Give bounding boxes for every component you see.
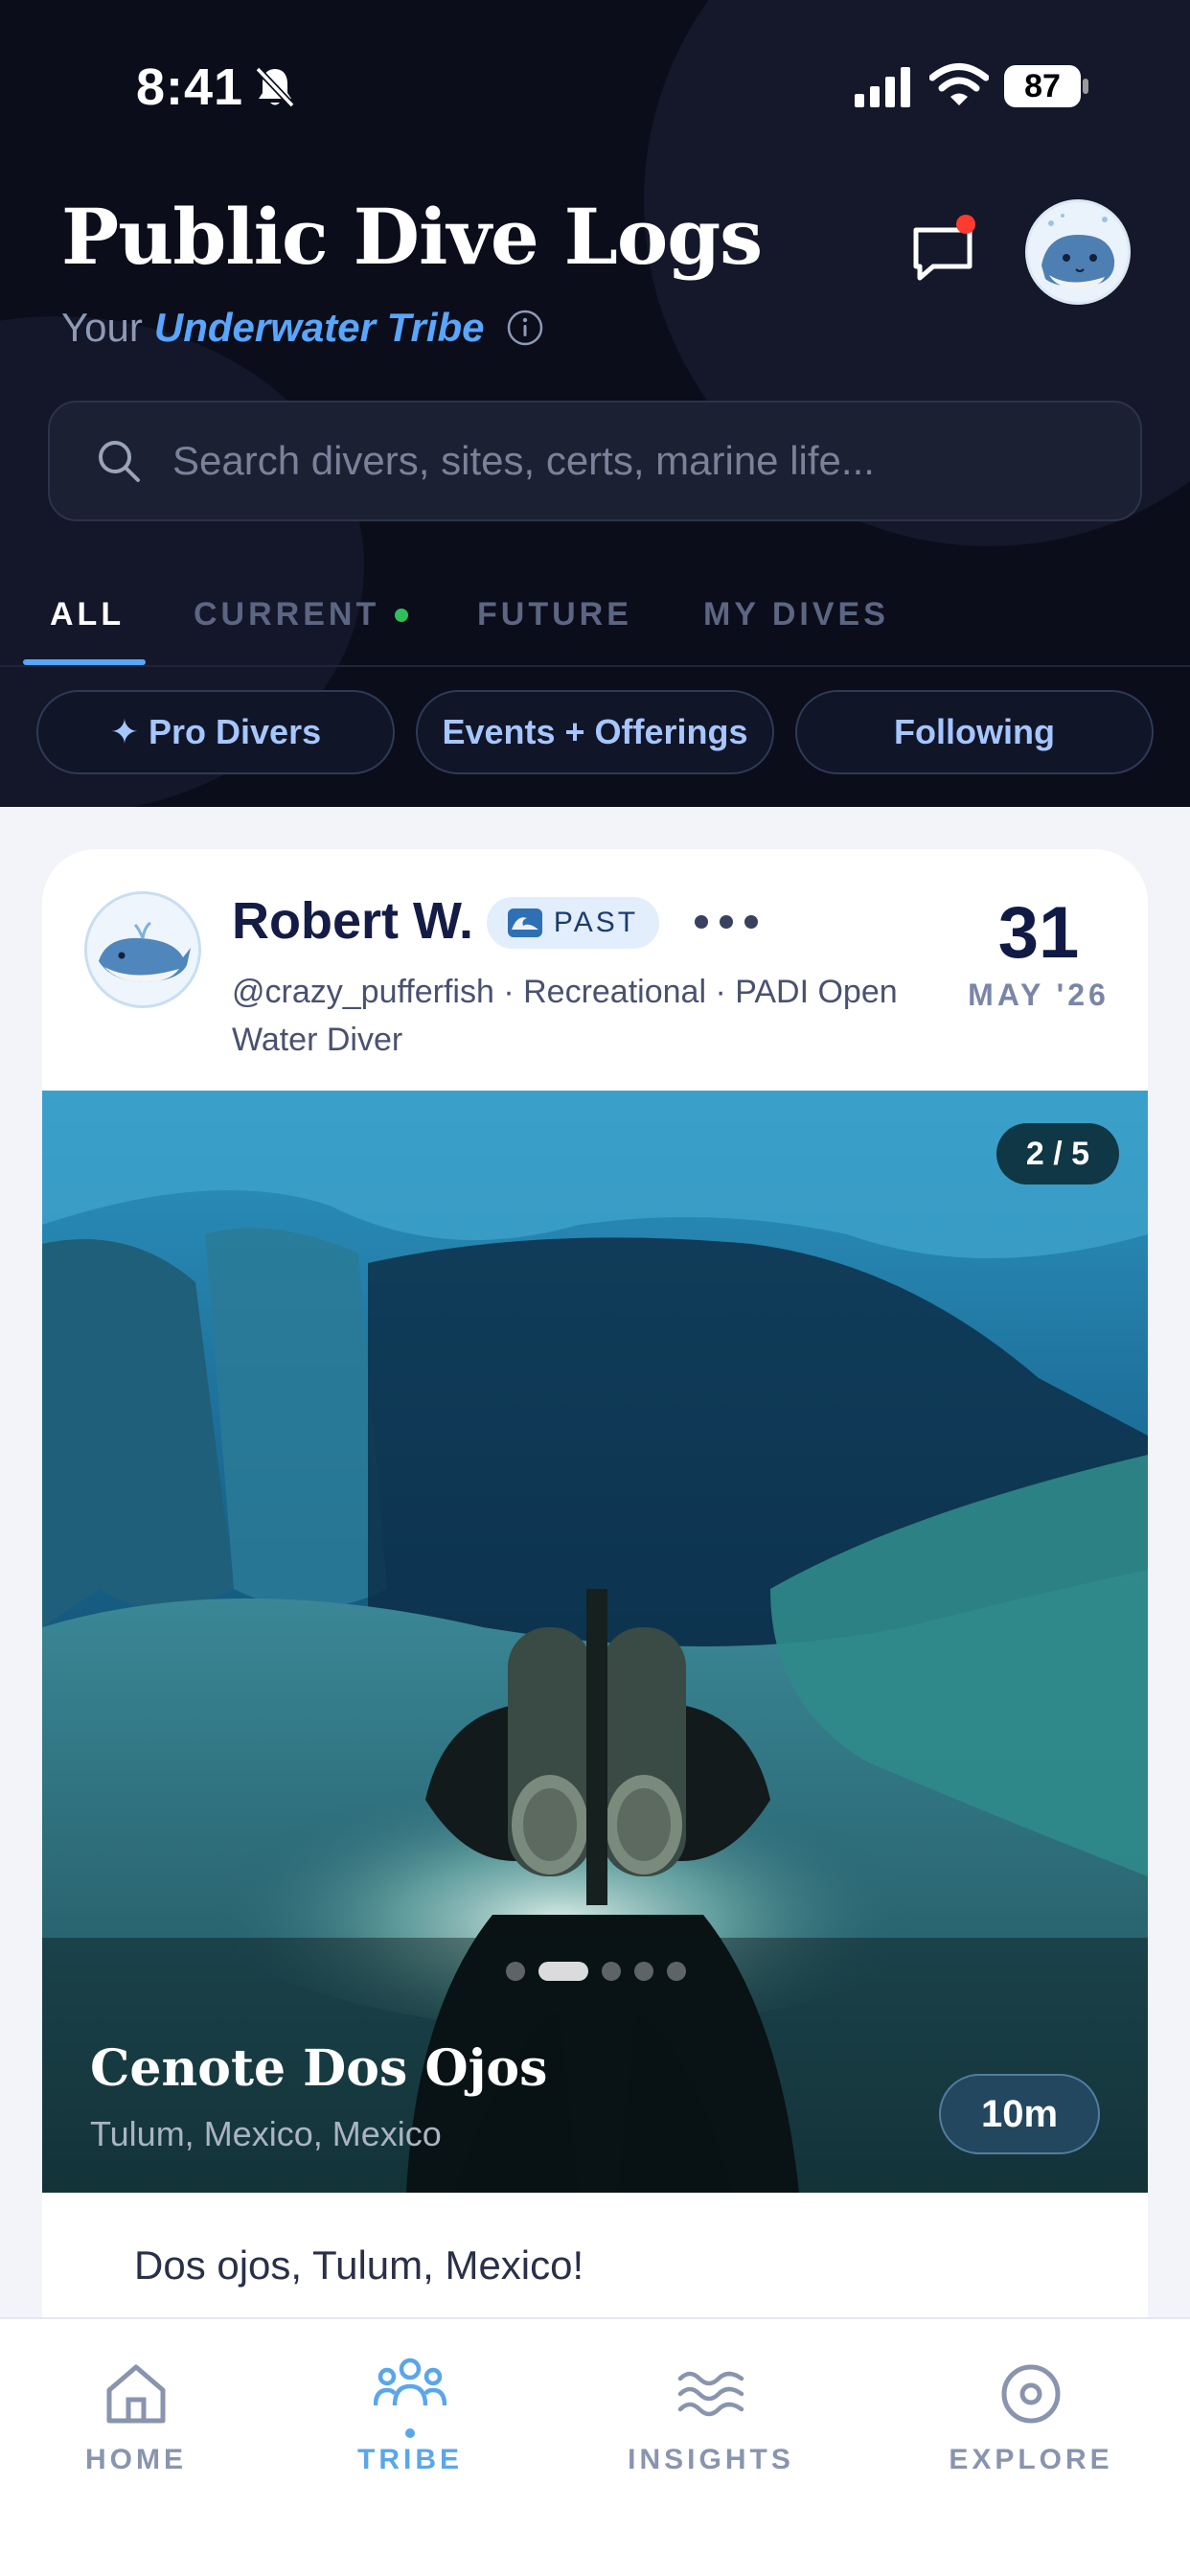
nav-label: EXPLORE — [949, 2444, 1113, 2475]
nav-label: INSIGHTS — [628, 2444, 794, 2475]
filter-pro-divers[interactable]: ✦ Pro Divers — [36, 690, 395, 774]
nav-home[interactable]: HOME — [31, 2358, 241, 2476]
tab-my-dives[interactable]: MY DIVES — [703, 596, 889, 633]
feed-tabs: ALL CURRENT FUTURE MY DIVES — [0, 571, 1190, 667]
status-bar: 8:41 87 — [0, 50, 1190, 126]
tab-current[interactable]: CURRENT — [194, 596, 409, 633]
tab-future[interactable]: FUTURE — [477, 596, 632, 633]
author-meta: @crazy_pufferfish · Recreational · PADI … — [232, 974, 898, 1058]
waves-icon — [677, 2371, 744, 2417]
info-icon[interactable] — [506, 309, 544, 347]
tab-all[interactable]: ALL — [50, 596, 125, 633]
wave-icon — [507, 908, 542, 937]
live-dot — [395, 608, 409, 622]
nav-insights[interactable]: INSIGHTS — [606, 2358, 816, 2476]
bell-muted-icon — [255, 66, 295, 108]
nav-label: HOME — [85, 2444, 187, 2475]
tab-label: MY DIVES — [703, 596, 889, 632]
carousel-dot-active[interactable] — [538, 1962, 588, 1981]
search-input[interactable] — [172, 438, 1140, 484]
dive-date-day: 31 — [997, 892, 1080, 974]
filter-events-offerings[interactable]: Events + Offerings — [416, 690, 774, 774]
whale-avatar-icon — [1028, 202, 1128, 302]
tab-label: ALL — [50, 596, 126, 632]
profile-avatar[interactable] — [1025, 199, 1131, 305]
battery-indicator: 87 — [1004, 65, 1081, 107]
nav-active-dot — [405, 2428, 415, 2438]
app-header: 8:41 87 Public Dive Logs Your Underwater… — [0, 0, 1190, 807]
tab-label: CURRENT — [194, 596, 380, 632]
people-icon — [374, 2358, 446, 2406]
filter-following[interactable]: Following — [795, 690, 1154, 774]
search-bar[interactable] — [48, 401, 1142, 521]
carousel-dot[interactable] — [667, 1962, 686, 1981]
notification-dot — [956, 215, 975, 234]
battery-tip — [1083, 79, 1088, 94]
tab-label: FUTURE — [477, 596, 632, 632]
author-avatar[interactable] — [84, 891, 201, 1008]
dive-photo-carousel[interactable]: 2 / 5 Cenote Dos Ojos Tulum, Mexico, Mex… — [42, 1091, 1148, 2193]
search-icon — [99, 441, 140, 482]
carousel-dot[interactable] — [634, 1962, 653, 1981]
dive-site-location: Tulum, Mexico, Mexico — [90, 2114, 442, 2153]
dive-duration-badge: 10m — [939, 2074, 1100, 2154]
bottom-navigation: HOME TRIBE INSIGHTS EXPLORE — [0, 2317, 1190, 2576]
nav-explore[interactable]: EXPLORE — [926, 2358, 1136, 2476]
dive-site-name[interactable]: Cenote Dos Ojos — [90, 2039, 547, 2098]
home-icon — [106, 2364, 166, 2424]
subtitle-prefix: Your — [61, 305, 143, 350]
wifi-icon — [929, 63, 989, 105]
nav-tribe[interactable]: TRIBE — [305, 2352, 515, 2476]
target-icon — [1001, 2364, 1061, 2424]
nav-label: TRIBE — [357, 2444, 463, 2475]
whale-avatar-icon — [87, 894, 198, 1005]
tabs-divider — [0, 665, 1190, 667]
carousel-dot[interactable] — [506, 1962, 525, 1981]
status-badge: PAST — [487, 897, 659, 949]
carousel-dot[interactable] — [602, 1962, 621, 1981]
dive-date-month: MAY '26 — [968, 978, 1110, 1012]
page-title: Public Dive Logs — [61, 192, 763, 282]
badge-label: PAST — [553, 907, 639, 938]
subtitle-highlight: Underwater Tribe — [153, 305, 485, 350]
post-caption: Dos ojos, Tulum, Mexico! — [134, 2242, 584, 2288]
status-time: 8:41 — [136, 58, 244, 116]
photo-counter: 2 / 5 — [996, 1123, 1119, 1184]
author-name[interactable]: Robert W. — [232, 891, 473, 951]
page-subtitle: Your Underwater Tribe — [61, 305, 544, 351]
carousel-dots — [506, 1961, 699, 1982]
more-options-icon[interactable] — [688, 907, 765, 937]
cellular-signal-icon — [855, 67, 910, 107]
